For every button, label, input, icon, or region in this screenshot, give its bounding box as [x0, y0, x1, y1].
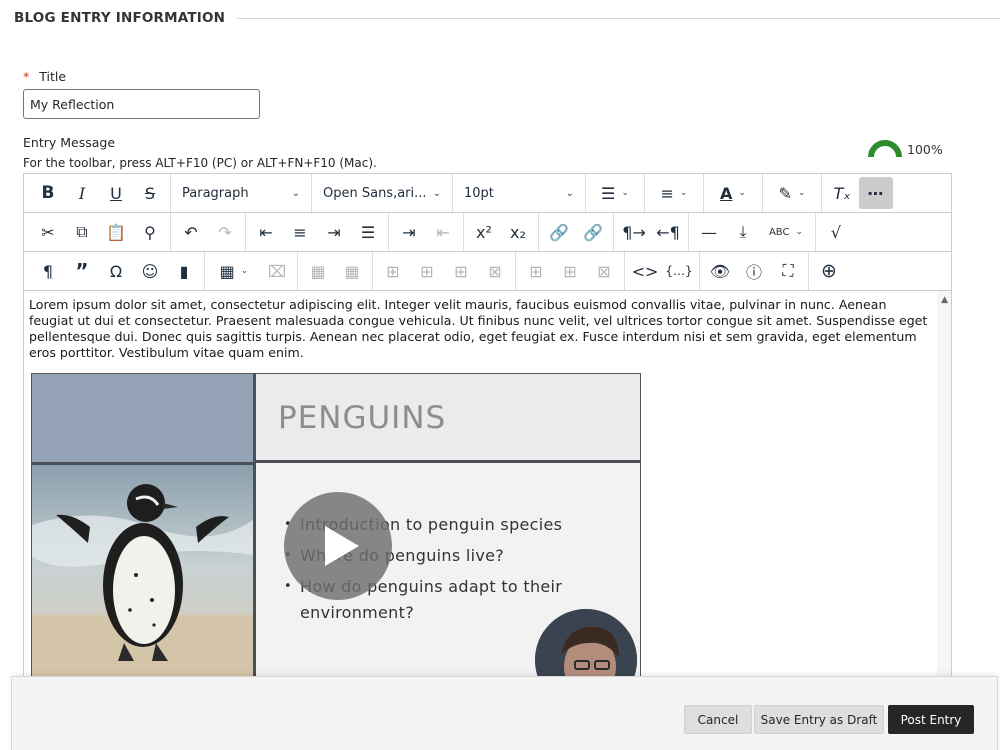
table-cell-props-icon[interactable]: ▦: [335, 255, 369, 287]
preview-icon[interactable]: 👁: [703, 255, 737, 287]
copy-icon[interactable]: ⧉: [65, 216, 99, 248]
section-divider: [237, 17, 1000, 19]
font-size-select[interactable]: 10pt ⌄: [456, 177, 582, 209]
superscript-icon[interactable]: x²: [467, 216, 501, 248]
insert-row-after-icon[interactable]: ⊞: [410, 255, 444, 287]
text-color-button[interactable]: A ⌄: [707, 177, 759, 209]
insert-col-before-icon[interactable]: ⊞: [519, 255, 553, 287]
delete-table-icon[interactable]: ⌧: [260, 255, 294, 287]
blockquote-icon[interactable]: ”: [65, 255, 99, 287]
add-content-icon[interactable]: ⊕: [812, 255, 846, 287]
font-family-select-value: Open Sans,ari...: [323, 185, 427, 201]
subscript-icon[interactable]: x₂: [501, 216, 535, 248]
chevron-down-icon: ⌄: [291, 187, 300, 199]
required-marker: *: [23, 69, 30, 84]
bullet-list-button[interactable]: ☰ ⌄: [589, 177, 641, 209]
toolbar-row-2: ✂ ⧉ 📋 ⚲ ↶ ↷ ⇤ ≡ ⇥ ☰ ⇥ ⇤ x² x₂ 🔗 🔗 ¶→ ←¶ …: [24, 213, 951, 252]
insert-col-after-icon[interactable]: ⊞: [553, 255, 587, 287]
table-icon[interactable]: ▦ ⌄: [208, 255, 260, 287]
numbered-list-button[interactable]: ≡ ⌄: [648, 177, 700, 209]
more-options-button[interactable]: ⋯: [859, 177, 893, 209]
title-label-text: Title: [39, 69, 67, 84]
indent-icon[interactable]: ⇥: [392, 216, 426, 248]
source-code-icon[interactable]: <>: [628, 255, 662, 287]
unlink-icon[interactable]: 🔗: [576, 216, 610, 248]
format-select[interactable]: Paragraph ⌄: [174, 177, 308, 209]
insert-col-icon[interactable]: ⊞: [444, 255, 478, 287]
section-header: BLOG ENTRY INFORMATION: [14, 10, 1000, 26]
link-icon[interactable]: 🔗: [542, 216, 576, 248]
editor-scrollbar[interactable]: [937, 291, 951, 677]
italic-button[interactable]: I: [65, 177, 99, 209]
table-row-props-icon[interactable]: ▦: [301, 255, 335, 287]
align-right-icon[interactable]: ⇥: [317, 216, 351, 248]
clear-formatting-button[interactable]: Tₓ: [825, 177, 859, 209]
toolbar-row-3: ¶ ” Ω ☺ ▮ ▦⌄ ⌧ ▦ ▦ ⊞ ⊞ ⊞ ⊠ ⊞ ⊞ ⊠ <> {…}: [24, 252, 951, 291]
strikethrough-button[interactable]: S: [133, 177, 167, 209]
page-break-icon[interactable]: ⤓: [726, 216, 760, 248]
horizontal-line-icon[interactable]: —: [692, 216, 726, 248]
footer-action-bar: Cancel Save Entry as Draft Post Entry: [11, 676, 998, 750]
chevron-down-icon: ⌄: [432, 187, 441, 199]
fullscreen-icon[interactable]: ⛶: [771, 255, 805, 287]
section-title: BLOG ENTRY INFORMATION: [14, 10, 226, 26]
underline-button[interactable]: U: [99, 177, 133, 209]
scroll-up-icon[interactable]: ▲: [941, 295, 948, 305]
completion-percent: 100%: [907, 142, 943, 157]
justify-icon[interactable]: ☰: [351, 216, 385, 248]
align-left-icon[interactable]: ⇤: [249, 216, 283, 248]
slide-corner-block: [32, 374, 253, 463]
redo-icon[interactable]: ↷: [208, 216, 242, 248]
play-icon[interactable]: [284, 492, 392, 600]
penguin-photo: [32, 465, 253, 677]
outdent-icon[interactable]: ⇤: [426, 216, 460, 248]
font-family-select[interactable]: Open Sans,ari... ⌄: [315, 177, 449, 209]
bookmark-icon[interactable]: ▮: [167, 255, 201, 287]
code-sample-icon[interactable]: {…}: [662, 255, 696, 287]
paragraph-mark-icon[interactable]: ¶: [31, 255, 65, 287]
cut-icon[interactable]: ✂: [31, 216, 65, 248]
content-paragraph: Lorem ipsum dolor sit amet, consectetur …: [29, 297, 928, 360]
format-select-value: Paragraph: [182, 185, 249, 201]
embedded-slide[interactable]: PENGUINS • Introduction to penguin speci…: [31, 373, 641, 677]
insert-row-before-icon[interactable]: ⊞: [376, 255, 410, 287]
completion-gauge-icon: [868, 140, 902, 157]
ltr-icon[interactable]: ¶→: [617, 216, 651, 248]
chevron-down-icon: ⌄: [565, 187, 574, 199]
bold-button[interactable]: B: [31, 177, 65, 209]
delete-col-icon[interactable]: ⊠: [587, 255, 621, 287]
rich-text-editor: B I U S Paragraph ⌄ Open Sans,ari... ⌄ 10p…: [23, 173, 952, 678]
help-icon[interactable]: ⓘ: [737, 255, 771, 287]
align-center-icon[interactable]: ≡: [283, 216, 317, 248]
find-icon[interactable]: ⚲: [133, 216, 167, 248]
slide-title: PENGUINS: [278, 400, 447, 436]
paste-icon[interactable]: 📋: [99, 216, 133, 248]
toolbar-hint: For the toolbar, press ALT+F10 (PC) or A…: [23, 156, 377, 170]
post-entry-button[interactable]: Post Entry: [888, 705, 974, 734]
undo-icon[interactable]: ↶: [174, 216, 208, 248]
title-input[interactable]: [23, 89, 260, 119]
math-equation-icon[interactable]: √: [819, 216, 853, 248]
toolbar-row-1: B I U S Paragraph ⌄ Open Sans,ari... ⌄ 10p…: [24, 174, 951, 213]
emoji-icon[interactable]: ☺: [133, 255, 167, 287]
highlight-color-button[interactable]: ✎ ⌄: [766, 177, 818, 209]
spellcheck-icon[interactable]: ABC ⌄: [760, 216, 812, 248]
title-label: * Title: [23, 69, 66, 84]
cancel-button[interactable]: Cancel: [684, 705, 752, 734]
slide-divider-vertical: [253, 463, 256, 677]
entry-message-label: Entry Message: [23, 135, 116, 150]
special-character-icon[interactable]: Ω: [99, 255, 133, 287]
font-size-select-value: 10pt: [464, 185, 494, 201]
save-draft-button[interactable]: Save Entry as Draft: [754, 705, 884, 734]
rtl-icon[interactable]: ←¶: [651, 216, 685, 248]
delete-row-icon[interactable]: ⊠: [478, 255, 512, 287]
